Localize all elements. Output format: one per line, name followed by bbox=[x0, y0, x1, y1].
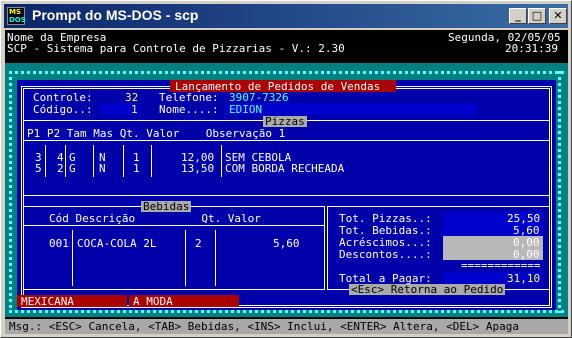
tot-bebidas-value: 5,60 bbox=[513, 224, 540, 237]
bebidas-section-label: Bebidas bbox=[141, 200, 192, 213]
nome-label: Nome....: bbox=[159, 103, 219, 116]
nome-value[interactable]: EDION bbox=[229, 104, 262, 115]
pizza-col-divider bbox=[151, 145, 152, 177]
flavor2-name: A MODA bbox=[133, 295, 173, 308]
codigo-value[interactable]: 1 bbox=[131, 104, 138, 115]
nome-field[interactable] bbox=[225, 103, 477, 115]
controle-value[interactable]: 32 bbox=[125, 92, 138, 103]
bebida-desc: COCA-COLA 2L bbox=[77, 237, 157, 250]
console-area[interactable]: Nome da Empresa SCP - Sistema para Contr… bbox=[5, 30, 568, 334]
pizza-obs: COM BORDA RECHEADA bbox=[225, 162, 345, 175]
acrescimos-value[interactable]: 0,00 bbox=[513, 237, 540, 248]
esc-return-hint[interactable]: <Esc> Retorna ao Pedido bbox=[349, 284, 506, 295]
flavor1-name: MEXICANA bbox=[21, 295, 74, 308]
telefone-label: Telefone: bbox=[159, 91, 219, 104]
pizza-p2: 2 bbox=[57, 162, 64, 175]
telefone-value[interactable]: 3907-7326 bbox=[229, 92, 289, 103]
pizza-qt: 1 bbox=[133, 162, 140, 175]
tot-pizzas-value: 25,50 bbox=[507, 212, 541, 225]
minimize-button[interactable]: _ bbox=[509, 8, 527, 24]
title-bar[interactable]: MS DOS Prompt do MS-DOS - scp _ □ ✕ bbox=[4, 4, 568, 28]
bebida-qt: 2 bbox=[195, 237, 202, 250]
pizza-col-divider bbox=[93, 145, 94, 177]
msdos-window: MS DOS Prompt do MS-DOS - scp _ □ ✕ Nome… bbox=[0, 0, 572, 338]
bebidas-header-divider bbox=[23, 225, 325, 226]
bebida-col-divider bbox=[72, 230, 73, 286]
dotted-border-left bbox=[9, 71, 12, 313]
pizzas-header-divider bbox=[23, 140, 550, 141]
pizza-mas: N bbox=[99, 162, 106, 175]
pizza-col-divider bbox=[45, 145, 46, 177]
pizza-p1: 5 bbox=[35, 162, 42, 175]
bebida-valor: 5,60 bbox=[273, 237, 300, 250]
bebidas-header: Cód Descrição Qt. Valor bbox=[49, 212, 261, 225]
bebida-cod: 001 bbox=[49, 237, 69, 250]
msdos-app-icon[interactable]: MS DOS bbox=[7, 7, 26, 25]
pizza-col-divider bbox=[123, 145, 124, 177]
help-text: Msg.: <ESC> Cancela, <TAB> Bebidas, <INS… bbox=[9, 320, 519, 333]
icon-ms-text: MS bbox=[9, 8, 22, 16]
close-button[interactable]: ✕ bbox=[549, 8, 567, 24]
tot-bebidas-label: Tot. Bebidas.: bbox=[339, 224, 432, 237]
window-title: Prompt do MS-DOS - scp bbox=[32, 7, 199, 23]
bebida-col-divider bbox=[215, 230, 216, 286]
pizza-col-divider bbox=[221, 145, 222, 177]
dotted-border-right bbox=[558, 71, 561, 313]
tot-pizzas-label: Tot. Pizzas..: bbox=[339, 212, 432, 225]
system-name: SCP - Sistema para Controle de Pizzarias… bbox=[7, 42, 345, 55]
codigo-label: Código..: bbox=[33, 103, 93, 116]
dotted-border-bottom bbox=[9, 310, 564, 313]
dotted-border-top bbox=[9, 71, 564, 74]
header-time: 20:31:39 bbox=[505, 42, 558, 55]
total-a-pagar-value: 31,10 bbox=[507, 272, 541, 285]
pizzas-section-label: Pizzas bbox=[263, 115, 307, 128]
icon-dos-text: DOS bbox=[9, 16, 26, 24]
controle-label: Controle: bbox=[33, 91, 93, 104]
pizza-tam: G bbox=[69, 162, 76, 175]
acrescimos-label: Acréscimos...: bbox=[339, 236, 432, 249]
bebida-col-divider bbox=[185, 230, 186, 286]
pizza-valor: 13,50 bbox=[181, 162, 215, 175]
descontos-label: Descontos....: bbox=[339, 248, 432, 261]
pizzas-header: P1 P2 Tam Mas Qt. Valor Observação 1 bbox=[27, 127, 286, 140]
maximize-button[interactable]: □ bbox=[528, 8, 546, 24]
pizza-col-divider bbox=[65, 145, 66, 177]
totals-separator: ============ bbox=[461, 259, 541, 272]
